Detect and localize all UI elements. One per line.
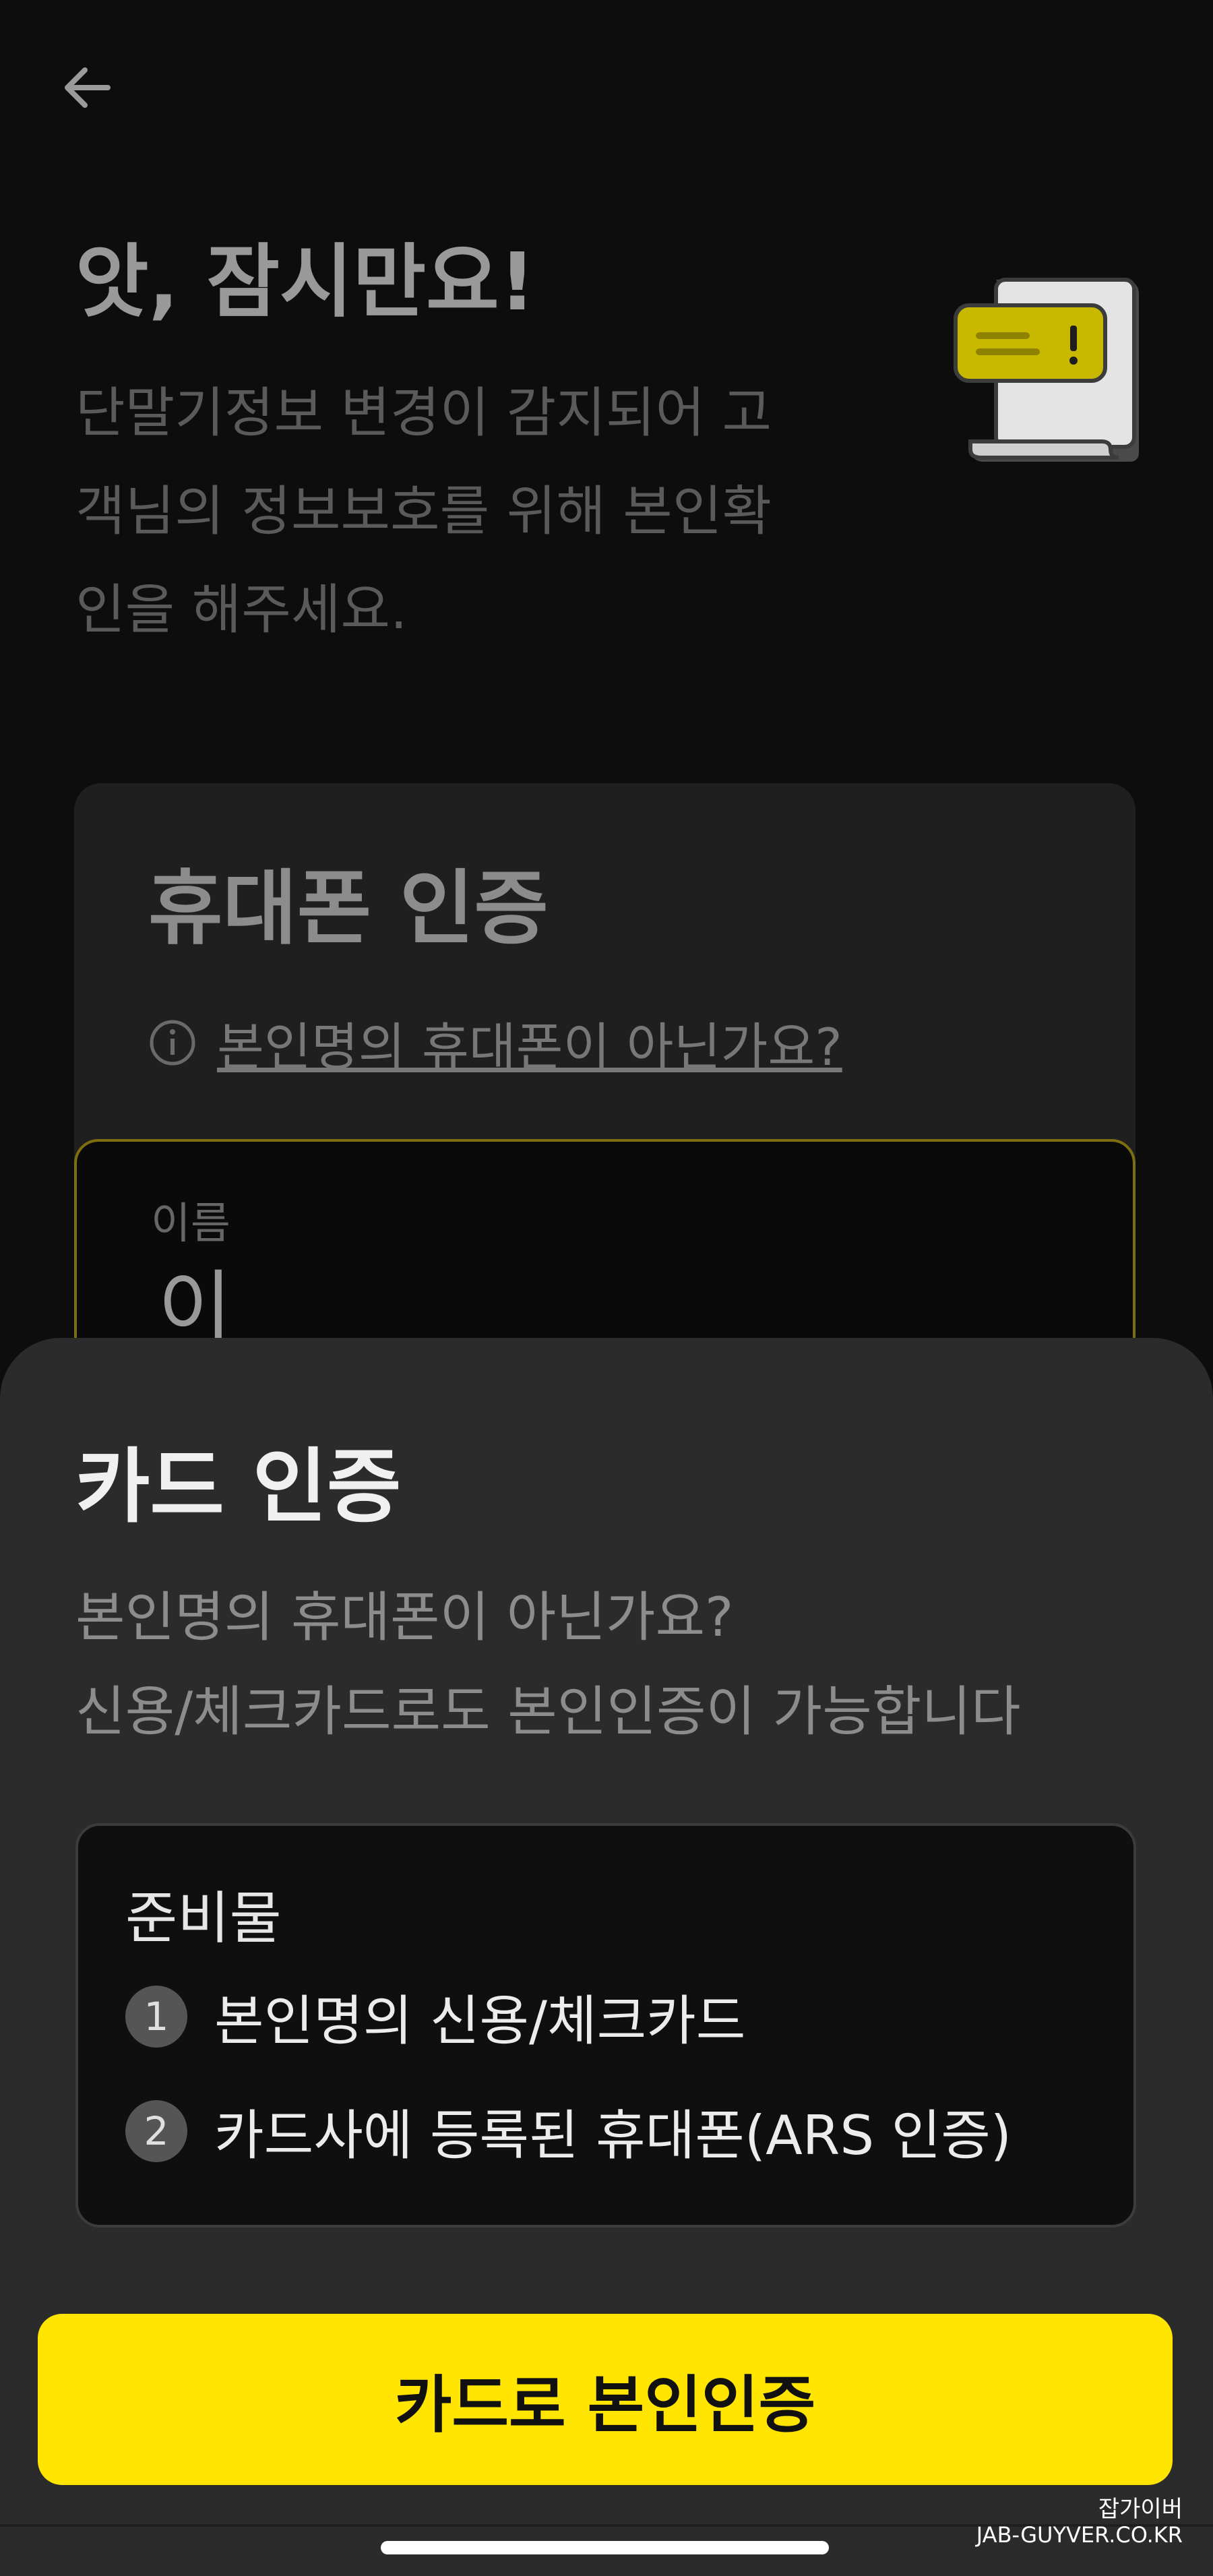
prep-title: 준비물 [125, 1885, 282, 1951]
info-icon [150, 1020, 195, 1066]
prep-item: 1 본인명의 신용/체크카드 [125, 1977, 745, 2056]
arrow-left-icon [65, 67, 111, 108]
description-line: 신용/체크카드로도 본인인증이 가능합니다 [75, 1680, 1021, 1743]
page-title: 앗, 잠시만요! [75, 235, 536, 328]
screen: 앗, 잠시만요! 단말기정보 변경이 감지되어 고 객님의 정보보호를 위해 본… [0, 0, 1213, 2576]
not-my-phone-link[interactable]: 본인명의 휴대폰이 아닌가요? [217, 1006, 842, 1080]
back-button[interactable] [54, 54, 121, 121]
home-indicator[interactable] [381, 2541, 829, 2554]
prep-item-text: 카드사에 등록된 휴대폰(ARS 인증) [214, 2104, 1012, 2167]
name-field-label: 이름 [151, 1199, 230, 1249]
prep-box: 준비물 1 본인명의 신용/체크카드 2 카드사에 등록된 휴대폰(ARS 인증… [75, 1823, 1136, 2228]
card-verify-button[interactable]: 카드로 본인인증 [38, 2314, 1173, 2485]
not-my-phone-link-row[interactable]: 본인명의 휴대폰이 아닌가요? [148, 1006, 842, 1080]
prep-number-badge: 1 [125, 1986, 187, 2048]
prep-item: 2 카드사에 등록된 휴대폰(ARS 인증) [125, 2092, 1012, 2170]
page-description: 단말기정보 변경이 감지되어 고 객님의 정보보호를 위해 본인확 인을 해주세… [75, 364, 864, 659]
card-verification-title: 카드 인증 [75, 1440, 402, 1534]
watermark-korean: 잡가이버 [1098, 2496, 1183, 2523]
description-line: 본인명의 휴대폰이 아닌가요? [75, 1586, 734, 1649]
description-line: 객님의 정보보호를 위해 본인확 [75, 480, 772, 543]
prep-item-text: 본인명의 신용/체크카드 [214, 1990, 746, 2052]
phone-verification-title: 휴대폰 인증 [148, 862, 549, 956]
watermark-english: JAB-GUYVER.CO.KR [976, 2522, 1183, 2548]
prep-number-badge: 2 [125, 2100, 187, 2162]
description-line: 단말기정보 변경이 감지되어 고 [75, 381, 772, 444]
description-line: 인을 해주세요. [75, 578, 408, 641]
card-verification-description: 본인명의 휴대폰이 아닌가요? 신용/체크카드로도 본인인증이 가능합니다 [75, 1570, 1021, 1759]
warning-document-icon [954, 278, 1139, 462]
